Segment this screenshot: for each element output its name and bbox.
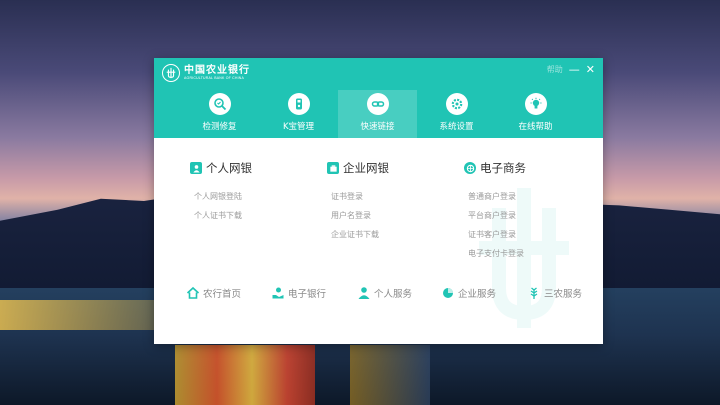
tab-system-settings[interactable]: 系统设置 (417, 90, 496, 138)
personal-banking-title: 个人网银 (206, 161, 252, 175)
desktop-background-reflection-2 (350, 345, 430, 405)
enterprise-banking-title: 企业网银 (343, 161, 389, 175)
username-login-link[interactable]: 用户名登录 (327, 206, 389, 225)
personal-banking-heading: 个人网银 (190, 160, 252, 176)
personal-banking-column: 个人网银 个人网银登陆 个人证书下载 (190, 160, 252, 225)
tab-kbao-manage[interactable]: K宝管理 (259, 90, 338, 138)
tab-detect-repair[interactable]: 检测修复 (180, 90, 259, 138)
cert-login-link[interactable]: 证书登录 (327, 187, 389, 206)
bottom-service-links: 农行首页 电子银行 个人服务 企业服务 三农服务 (186, 286, 597, 300)
enterprise-cert-download-link[interactable]: 企业证书下载 (327, 225, 389, 244)
agri-service-link[interactable]: 三农服务 (527, 286, 597, 300)
enterprise-service-label: 企业服务 (458, 289, 497, 300)
pie-icon (443, 288, 453, 298)
tab-kbao-manage-label: K宝管理 (282, 122, 315, 132)
quick-links-panel: 个人网银 个人网银登陆 个人证书下载 企业网银 证书登录 用户名登录 企业证书下… (154, 138, 603, 344)
enterprise-banking-heading: 企业网银 (327, 160, 389, 176)
desktop-background-glow (0, 300, 160, 330)
ecommerce-heading: 电子商务 (464, 160, 526, 176)
logo-english-name: AGRICULTURAL BANK OF CHINA (184, 76, 245, 80)
k-bao-key-icon (287, 93, 310, 115)
personal-banking-login-link[interactable]: 个人网银登陆 (190, 187, 252, 206)
personal-cert-download-link[interactable]: 个人证书下载 (190, 206, 252, 225)
minimize-button[interactable]: — (569, 64, 580, 75)
person-icon (190, 162, 202, 174)
tab-online-help[interactable]: 在线帮助 (496, 90, 575, 138)
normal-merchant-login-link[interactable]: 普通商户登录 (464, 187, 526, 206)
platform-merchant-login-link[interactable]: 平台商户登录 (464, 206, 526, 225)
main-toolbar: 检测修复 K宝管理 快速链接 系统设置 在线帮助 (180, 90, 575, 138)
personal-service-link[interactable]: 个人服务 (357, 286, 441, 300)
lightbulb-icon (524, 93, 547, 115)
abc-home-link[interactable]: 农行首页 (186, 286, 271, 300)
enterprise-banking-column: 企业网银 证书登录 用户名登录 企业证书下载 (327, 160, 389, 244)
abc-logo: 中国农业银行 AGRICULTURAL BANK OF CHINA (162, 64, 250, 82)
tab-quick-links-label: 快速链接 (360, 122, 395, 132)
gear-icon (445, 93, 468, 115)
desktop-background-reflection (175, 345, 315, 405)
link-icon (366, 93, 389, 115)
abc-emblem-icon (162, 64, 180, 82)
agri-service-label: 三农服务 (544, 289, 583, 300)
ecommerce-title: 电子商务 (480, 161, 526, 175)
abc-home-label: 农行首页 (203, 289, 242, 300)
e-banking-link[interactable]: 电子银行 (271, 286, 357, 300)
hand-coin-icon (272, 287, 284, 299)
abc-security-window: 中国农业银行 AGRICULTURAL BANK OF CHINA 帮助 — ✕… (154, 58, 603, 344)
epay-card-login-link[interactable]: 电子支付卡登录 (464, 244, 526, 263)
window-controls: 帮助 — ✕ (547, 64, 595, 75)
ecommerce-icon (464, 162, 476, 174)
home-icon (186, 286, 200, 299)
cert-customer-login-link[interactable]: 证书客户登录 (464, 225, 526, 244)
logo-chinese-name: 中国农业银行 (184, 65, 250, 76)
tab-detect-repair-label: 检测修复 (202, 122, 237, 132)
search-repair-icon (208, 93, 231, 115)
e-banking-label: 电子银行 (288, 289, 327, 300)
close-button[interactable]: ✕ (586, 64, 595, 75)
ecommerce-column: 电子商务 普通商户登录 平台商户登录 证书客户登录 电子支付卡登录 (464, 160, 526, 263)
person-icon (358, 287, 370, 299)
building-icon (327, 162, 339, 174)
enterprise-service-link[interactable]: 企业服务 (441, 286, 527, 300)
tab-system-settings-label: 系统设置 (439, 122, 474, 132)
tab-online-help-label: 在线帮助 (518, 122, 553, 132)
help-link[interactable]: 帮助 (547, 64, 563, 75)
personal-service-label: 个人服务 (374, 289, 413, 300)
tab-quick-links[interactable]: 快速链接 (338, 90, 417, 138)
wheat-icon (530, 287, 538, 299)
title-bar[interactable]: 中国农业银行 AGRICULTURAL BANK OF CHINA 帮助 — ✕… (154, 58, 603, 138)
